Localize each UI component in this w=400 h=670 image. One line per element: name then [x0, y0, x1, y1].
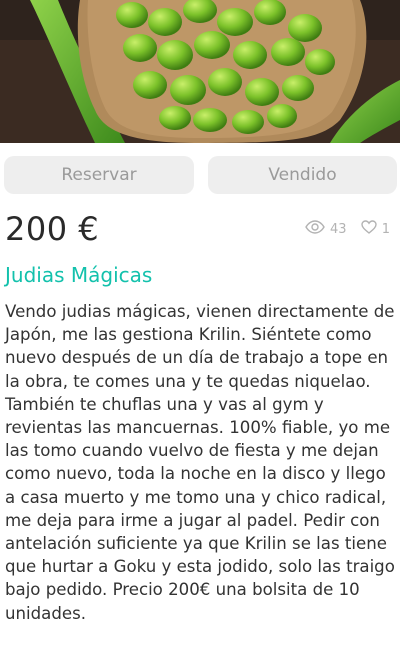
listing-description: Vendo judias mágicas, vienen directament…	[5, 302, 395, 623]
listing-stats: 43 1	[295, 220, 390, 238]
likes-stat[interactable]: 1	[361, 220, 390, 238]
views-count: 43	[330, 221, 347, 237]
eye-icon	[305, 220, 330, 238]
price: 200 €	[5, 210, 100, 248]
reserve-button[interactable]: Reservar	[4, 156, 194, 194]
listing-actions: Reservar Vendido	[0, 156, 400, 194]
listing-title: Judias Mágicas	[5, 263, 153, 287]
views-stat: 43	[305, 220, 347, 238]
likes-count: 1	[381, 221, 390, 237]
sold-button[interactable]: Vendido	[208, 156, 397, 194]
product-photo[interactable]	[0, 0, 400, 143]
heart-icon[interactable]	[361, 220, 382, 238]
